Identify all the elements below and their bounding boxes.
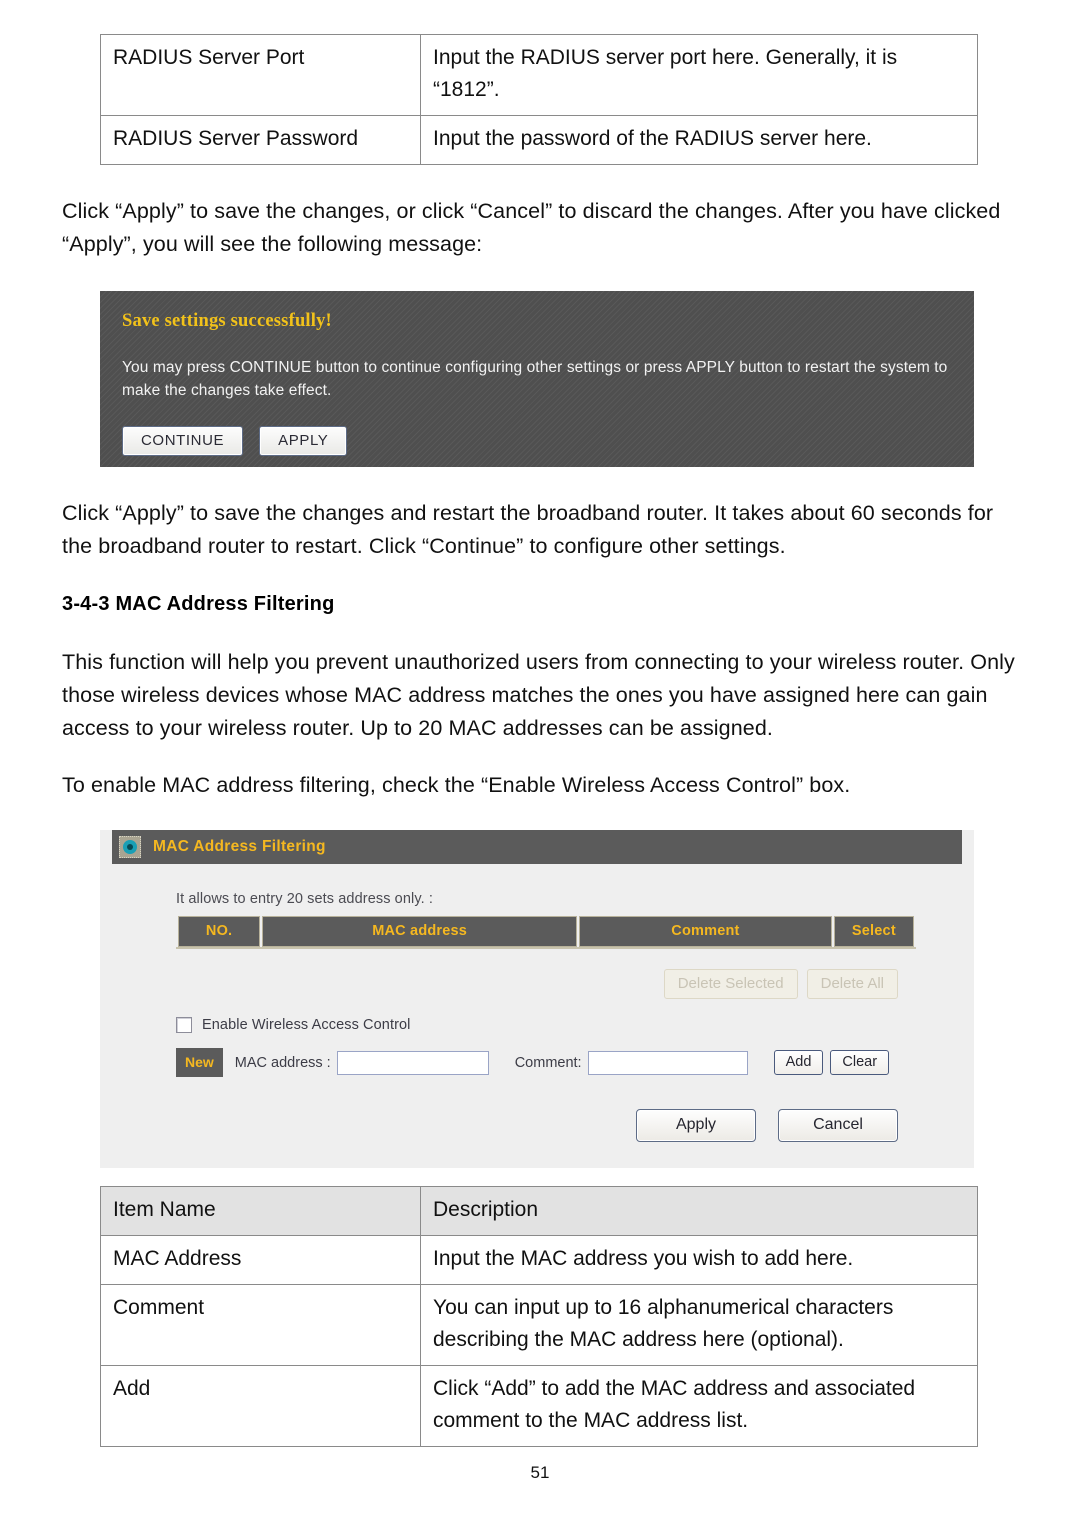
- enable-wireless-access-control-row[interactable]: Enable Wireless Access Control: [176, 1017, 962, 1033]
- comment-input[interactable]: [587, 1050, 748, 1075]
- mac-panel-titlebar: MAC Address Filtering: [112, 830, 962, 864]
- item-description-mac-address: Input the MAC address you wish to add he…: [420, 1235, 978, 1285]
- document-page: RADIUS Server Port Input the RADIUS serv…: [0, 0, 1080, 1527]
- delete-buttons-row: Delete Selected Delete All: [112, 969, 952, 999]
- page-number: 51: [530, 1463, 550, 1482]
- paragraph-apply-cancel: Click “Apply” to save the changes, or cl…: [62, 199, 1001, 256]
- status-dot-icon: [119, 836, 141, 858]
- table-row: RADIUS Server Password Input the passwor…: [100, 115, 978, 165]
- mac-address-field-label: MAC address :: [234, 1054, 331, 1071]
- paragraph-restart-note: Click “Apply” to save the changes and re…: [62, 501, 994, 558]
- item-name-mac-address: MAC Address: [100, 1235, 421, 1285]
- item-description-add: Click “Add” to add the MAC address and a…: [420, 1365, 978, 1447]
- column-header-mac-address: MAC address: [262, 916, 578, 947]
- column-header-description: Description: [420, 1186, 978, 1236]
- item-name-comment: Comment: [100, 1284, 421, 1366]
- mac-entry-limit-note: It allows to entry 20 sets address only.…: [176, 891, 433, 907]
- radius-password-name: RADIUS Server Password: [100, 115, 421, 165]
- table-row: Comment You can input up to 16 alphanume…: [100, 1284, 978, 1366]
- save-message-buttons: CONTINUE APPLY: [122, 426, 952, 456]
- delete-all-button[interactable]: Delete All: [806, 969, 898, 999]
- radius-port-description: Input the RADIUS server port here. Gener…: [420, 34, 978, 116]
- table-header-row: Item Name Description: [100, 1186, 978, 1236]
- column-header-select: Select: [833, 916, 914, 947]
- column-header-comment: Comment: [579, 916, 832, 947]
- mac-panel-title: MAC Address Filtering: [153, 838, 326, 855]
- radius-port-name: RADIUS Server Port: [100, 34, 421, 116]
- router-save-message-screenshot: Save settings successfully! You may pres…: [100, 291, 974, 467]
- mac-address-filtering-panel: MAC Address Filtering It allows to entry…: [100, 830, 974, 1168]
- mac-address-list-table: NO. MAC address Comment Select: [176, 916, 916, 949]
- item-description-table: Item Name Description MAC Address Input …: [100, 1186, 978, 1447]
- radius-settings-table: RADIUS Server Port Input the RADIUS serv…: [100, 34, 978, 165]
- table-row: Add Click “Add” to add the MAC address a…: [100, 1365, 978, 1447]
- mac-address-input[interactable]: [336, 1050, 489, 1075]
- page-title: 3-4-3 MAC Address Filtering: [62, 593, 335, 615]
- item-name-add: Add: [100, 1365, 421, 1447]
- column-header-no: NO.: [178, 916, 261, 947]
- table-row: MAC Address Input the MAC address you wi…: [100, 1235, 978, 1285]
- continue-button[interactable]: CONTINUE: [122, 426, 244, 456]
- paragraph-enable-hint: To enable MAC address filtering, check t…: [62, 773, 851, 797]
- apply-button[interactable]: APPLY: [259, 426, 348, 456]
- new-badge: New: [176, 1048, 223, 1077]
- new-entry-row: New MAC address : Comment: Add Clear: [176, 1048, 962, 1077]
- item-description-comment: You can input up to 16 alphanumerical ch…: [420, 1284, 978, 1366]
- enable-wireless-access-control-checkbox[interactable]: [176, 1017, 192, 1033]
- clear-button[interactable]: Clear: [830, 1050, 890, 1075]
- table-row: RADIUS Server Port Input the RADIUS serv…: [100, 34, 978, 116]
- save-success-body: You may press CONTINUE button to continu…: [122, 359, 948, 399]
- panel-apply-button[interactable]: Apply: [636, 1109, 756, 1142]
- enable-wireless-access-control-label: Enable Wireless Access Control: [202, 1017, 411, 1033]
- radius-password-description: Input the password of the RADIUS server …: [420, 115, 978, 165]
- add-button[interactable]: Add: [773, 1050, 824, 1075]
- column-header-item-name: Item Name: [100, 1186, 421, 1236]
- save-success-title: Save settings successfully!: [122, 311, 332, 331]
- table-header-row: NO. MAC address Comment Select: [178, 916, 914, 947]
- delete-selected-button[interactable]: Delete Selected: [663, 969, 798, 999]
- panel-footer-buttons: Apply Cancel: [112, 1109, 962, 1142]
- paragraph-mac-intro: This function will help you prevent unau…: [62, 650, 1015, 740]
- comment-field-label: Comment:: [514, 1054, 582, 1071]
- panel-cancel-button[interactable]: Cancel: [778, 1109, 898, 1142]
